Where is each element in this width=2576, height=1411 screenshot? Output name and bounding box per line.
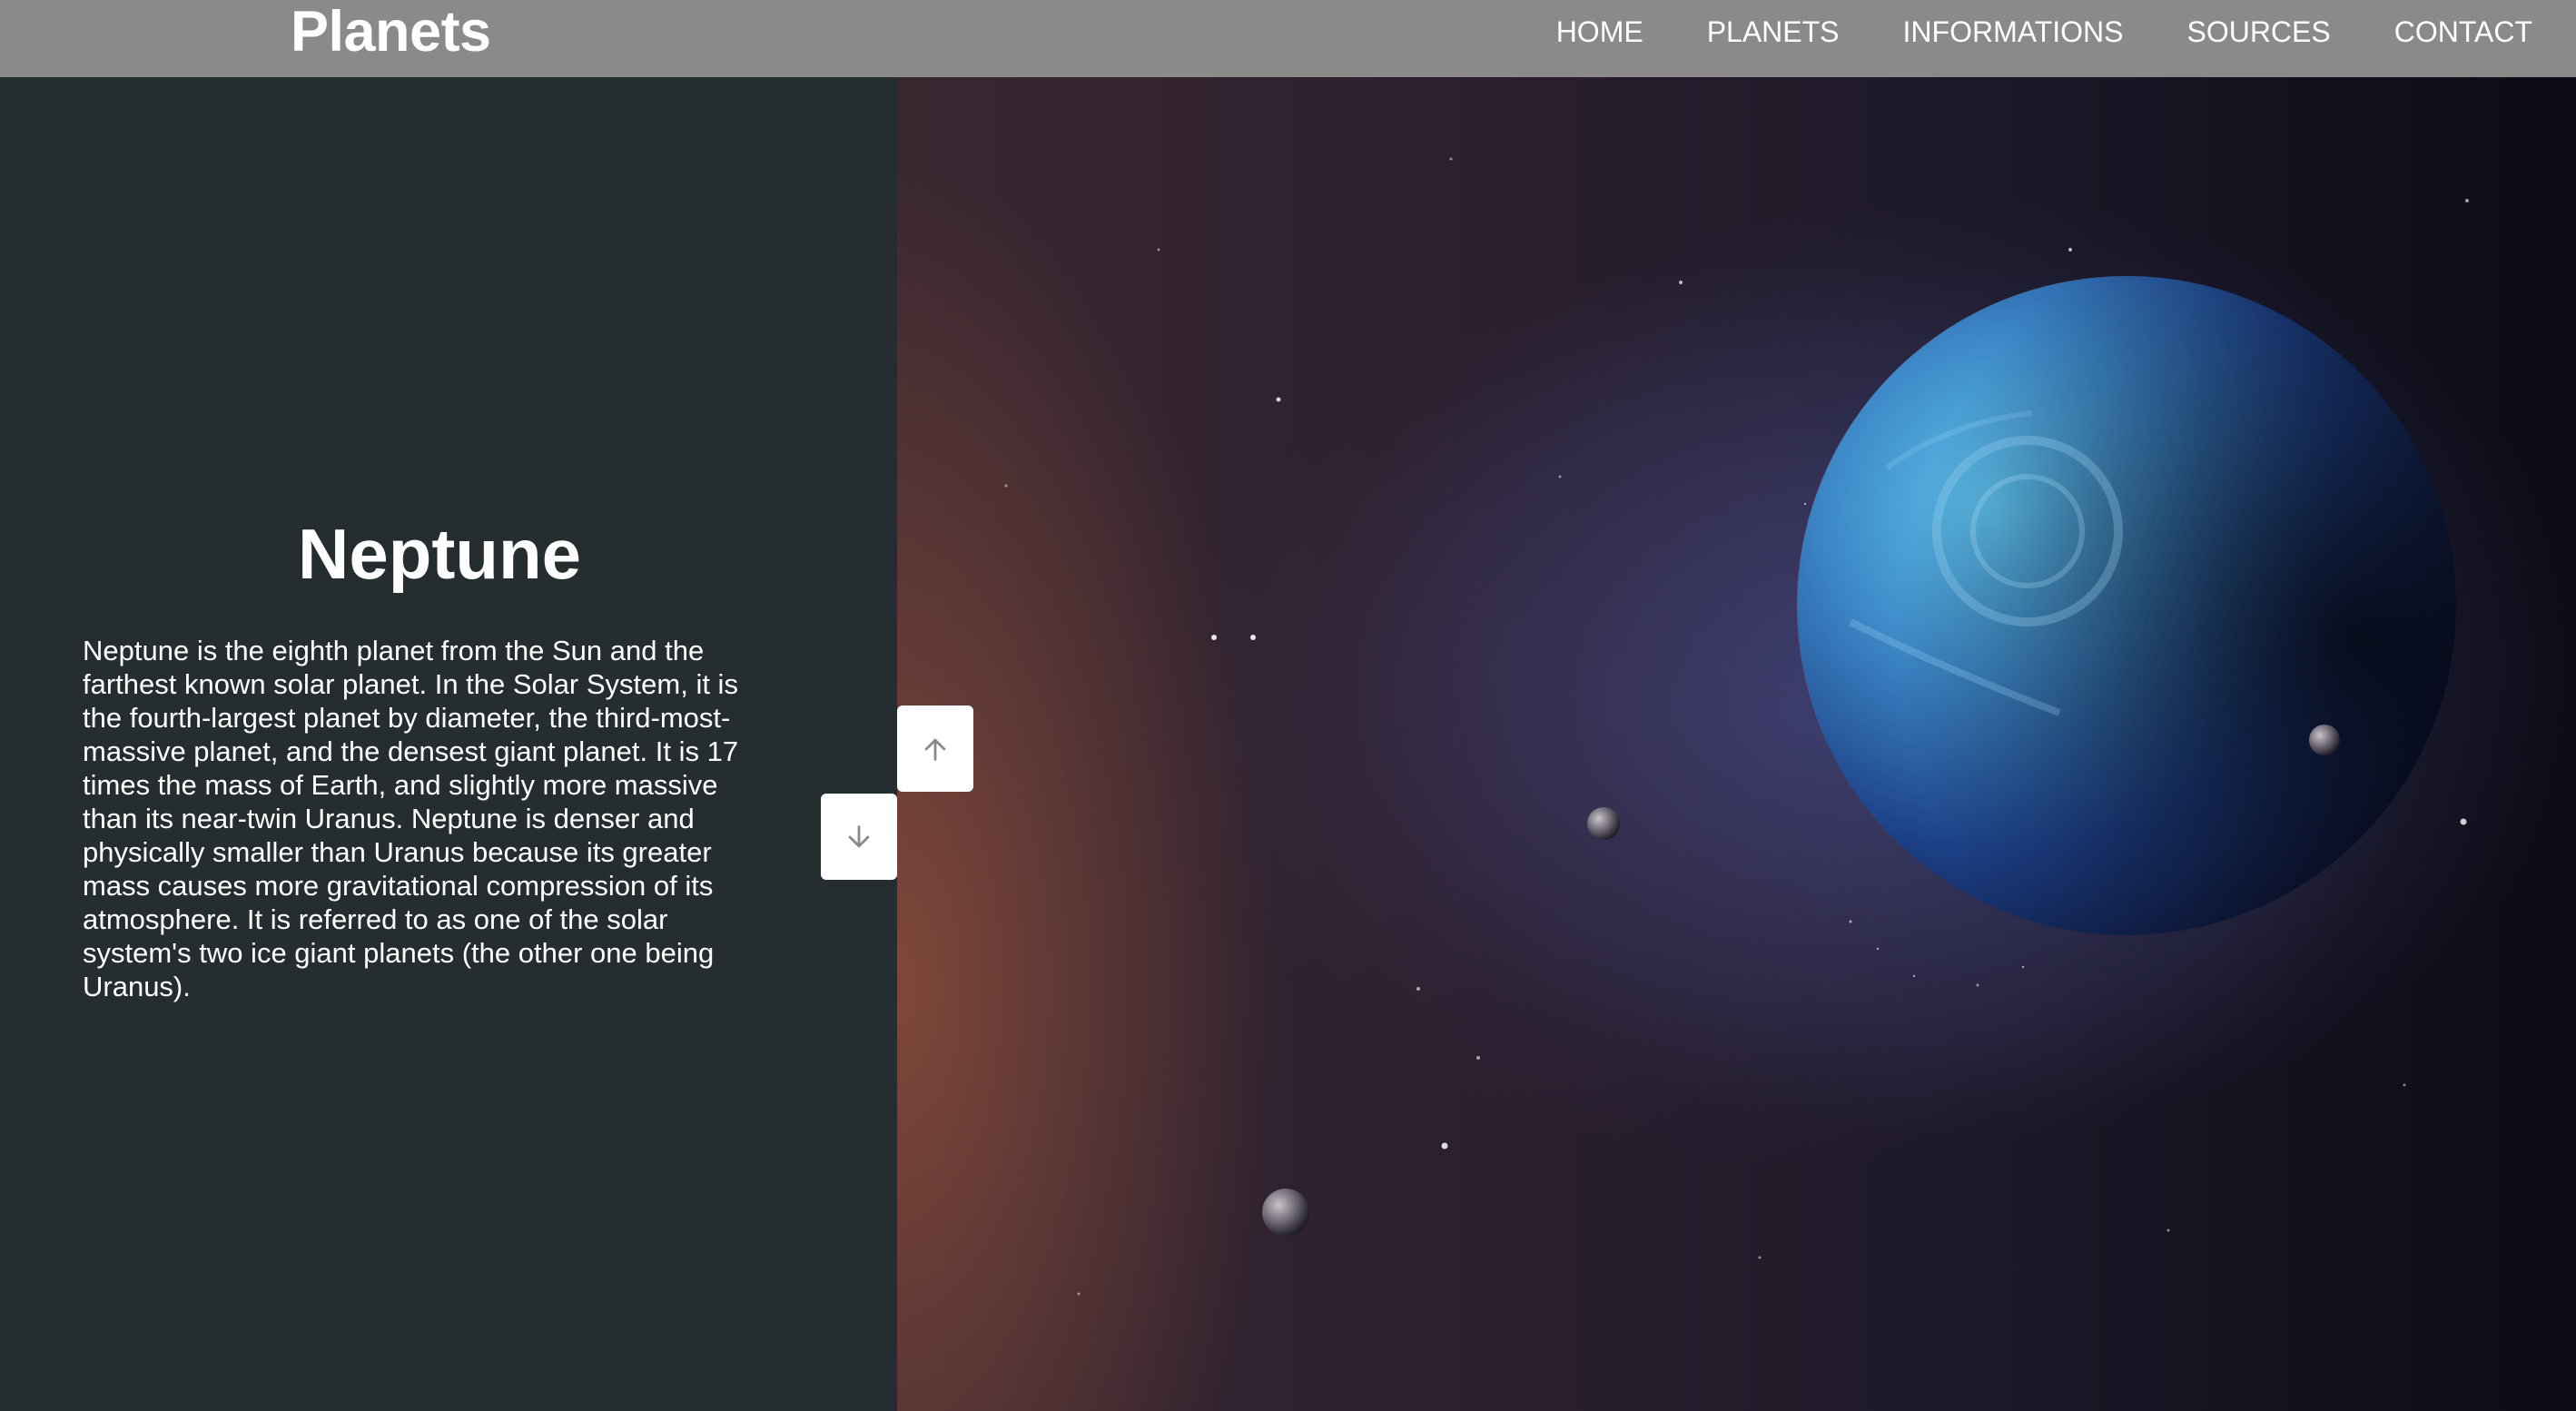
moon (2309, 725, 2340, 755)
nav-planets[interactable]: PLANETS (1707, 15, 1840, 49)
nav-contact[interactable]: CONTACT (2394, 15, 2532, 49)
scroll-up-button[interactable] (897, 706, 973, 792)
moon (1587, 807, 1620, 840)
arrow-down-icon (848, 824, 870, 847)
neptune-planet (1797, 276, 2456, 935)
site-logo[interactable]: Planets (291, 0, 491, 64)
planet-info-panel: Neptune Neptune is the eighth planet fro… (0, 77, 897, 1411)
nav-informations[interactable]: INFORMATIONS (1903, 15, 2124, 49)
arrow-up-icon (924, 738, 946, 761)
nav-home[interactable]: HOME (1556, 15, 1643, 49)
neptune-space-image (1004, 157, 2576, 1296)
main-nav: HOME PLANETS INFORMATIONS SOURCES CONTAC… (1493, 0, 2532, 64)
moon (1262, 1189, 1309, 1236)
planet-title: Neptune (298, 514, 581, 594)
scroll-down-button[interactable] (821, 794, 897, 880)
planet-image-panel (897, 77, 2576, 1411)
nav-sources[interactable]: SOURCES (2186, 15, 2330, 49)
planet-description: Neptune is the eighth planet from the Su… (83, 635, 739, 1002)
top-navbar: Planets HOME PLANETS INFORMATIONS SOURCE… (0, 0, 2576, 77)
